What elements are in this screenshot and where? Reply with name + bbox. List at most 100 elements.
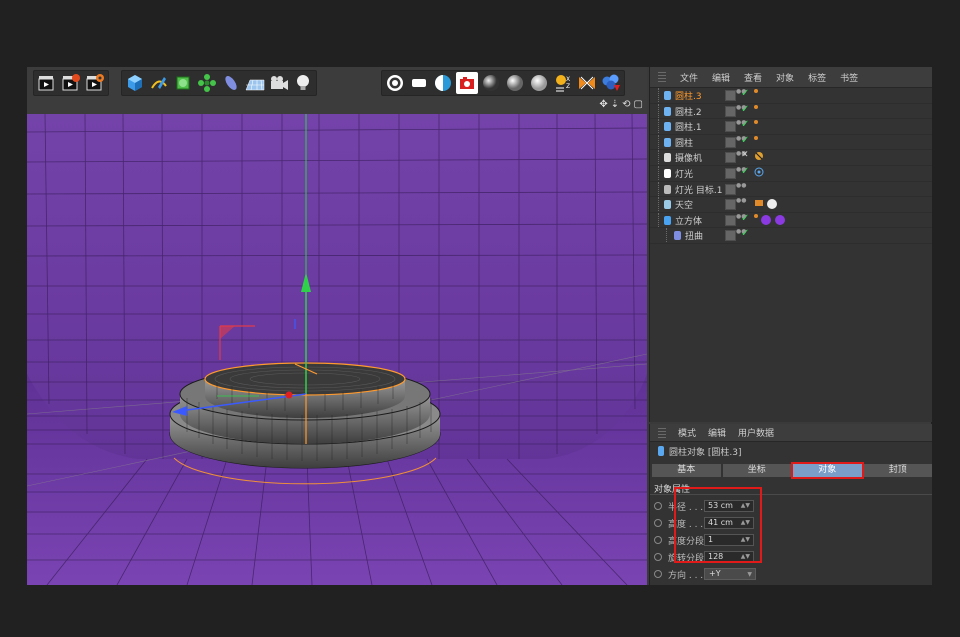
menu-mode[interactable]: 模式 (678, 426, 696, 439)
menu-objects[interactable]: 对象 (776, 71, 794, 84)
cube-icon[interactable] (124, 72, 146, 94)
object-name[interactable]: 立方体 (675, 214, 702, 227)
maximize-view-icon[interactable]: ▢ (634, 99, 643, 110)
disabled-x-icon[interactable]: ✕ (741, 150, 749, 160)
object-name[interactable]: 圆柱.2 (675, 105, 702, 118)
layer-icon[interactable] (725, 230, 736, 242)
tab-basic[interactable]: 基本 (652, 464, 721, 477)
layer-icon[interactable] (725, 90, 736, 101)
object-name[interactable]: 圆柱.3 (675, 89, 702, 102)
floor-object-icon[interactable] (384, 72, 406, 94)
object-row[interactable]: 立方体 ●● ✓ (650, 212, 932, 229)
radius-field[interactable]: 53 cm ▲▼ (704, 500, 754, 512)
move-view-icon[interactable]: ✥ (599, 99, 607, 110)
render-settings-icon[interactable] (84, 72, 106, 94)
enabled-check-icon[interactable]: ✓ (741, 228, 749, 239)
object-name[interactable]: 圆柱.1 (675, 120, 702, 133)
zoom-view-icon[interactable]: ⇣ (611, 99, 619, 110)
visibility-dots-icon[interactable]: ●● (736, 89, 746, 95)
spinner-icon[interactable]: ▲▼ (741, 535, 750, 545)
visibility-dots-icon[interactable]: ●● (736, 135, 746, 141)
object-name[interactable]: 天空 (675, 198, 693, 211)
light-icon[interactable] (292, 72, 314, 94)
height-segments-field[interactable]: 1 ▲▼ (704, 534, 754, 546)
height-field[interactable]: 41 cm ▲▼ (704, 517, 754, 529)
visibility-dots-icon[interactable]: ●● (736, 120, 746, 126)
object-name[interactable]: 圆柱 (675, 136, 693, 149)
visibility-dots-icon[interactable]: ●● (736, 198, 746, 204)
tag-icons[interactable] (754, 104, 758, 109)
object-name[interactable]: 摄像机 (675, 151, 702, 164)
sky-object-icon[interactable] (432, 72, 454, 94)
object-row[interactable]: 圆柱.2 ●● ✓ (650, 103, 932, 120)
visibility-dots-icon[interactable]: ●● (736, 104, 746, 110)
object-row[interactable]: 圆柱 ●● ✓ (650, 134, 932, 151)
tag-icons[interactable] (754, 89, 758, 93)
menu-view[interactable]: 查看 (744, 71, 762, 84)
object-name[interactable]: 扭曲 (685, 229, 703, 242)
spinner-icon[interactable]: ▲▼ (741, 552, 750, 562)
visibility-dots-icon[interactable]: ●● (736, 213, 746, 219)
animate-radio-icon[interactable] (654, 519, 662, 527)
panel-grip-icon[interactable] (658, 427, 666, 438)
menu-user-data[interactable]: 用户数据 (738, 426, 774, 439)
layer-icon[interactable] (725, 121, 736, 133)
layer-icon[interactable] (725, 136, 736, 148)
physical-sky-icon[interactable] (456, 72, 478, 94)
foreground-icon[interactable] (504, 72, 526, 94)
object-row[interactable]: 扭曲 ●● ✓ (650, 228, 932, 244)
tag-icons[interactable] (754, 167, 764, 177)
object-row[interactable]: 天空 ●● (650, 197, 932, 213)
rotation-segments-field[interactable]: 128 ▲▼ (704, 551, 754, 563)
animate-radio-icon[interactable] (654, 570, 662, 578)
spinner-icon[interactable]: ▲▼ (741, 501, 750, 511)
menu-file[interactable]: 文件 (680, 71, 698, 84)
tab-caps[interactable]: 封顶 (863, 464, 932, 477)
animate-radio-icon[interactable] (654, 502, 662, 510)
layer-icon[interactable] (725, 183, 736, 195)
material-icon[interactable] (600, 72, 622, 94)
cloner-icon[interactable] (196, 72, 218, 94)
enabled-check-icon[interactable]: ✓ (741, 119, 749, 130)
layer-icon[interactable] (725, 214, 736, 226)
menu-edit[interactable]: 编辑 (708, 426, 726, 439)
render-view-icon[interactable] (36, 72, 58, 94)
object-row[interactable]: 灯光 ●● ✓ (650, 165, 932, 182)
layer-icon[interactable] (725, 167, 736, 179)
animate-radio-icon[interactable] (654, 553, 662, 561)
menu-tags[interactable]: 标签 (808, 71, 826, 84)
visibility-dots-icon[interactable]: ●● (736, 182, 746, 188)
deformer-icon[interactable] (220, 72, 242, 94)
tag-icons[interactable] (754, 120, 758, 125)
layer-icon[interactable] (725, 199, 736, 211)
camera-icon[interactable] (268, 72, 290, 94)
environment-icon[interactable] (480, 72, 502, 94)
pen-spline-icon[interactable] (148, 72, 170, 94)
enabled-check-icon[interactable]: ✓ (741, 166, 749, 177)
tag-icons[interactable] (754, 198, 778, 210)
enabled-check-icon[interactable]: ✓ (741, 135, 749, 146)
visibility-dots-icon[interactable]: ●● (736, 151, 746, 157)
tag-icons[interactable] (754, 213, 786, 226)
enabled-check-icon[interactable]: ✓ (741, 213, 749, 224)
layer-icon[interactable] (725, 105, 736, 117)
sun-icon[interactable]: XZ (552, 72, 574, 94)
rotate-view-icon[interactable]: ⟲ (622, 99, 630, 110)
tag-icons[interactable] (754, 135, 758, 140)
object-row[interactable]: 灯光 目标.1 ●● (650, 181, 932, 198)
panel-grip-icon[interactable] (658, 72, 666, 82)
orientation-select[interactable]: +Y ▼ (704, 568, 756, 580)
visibility-dots-icon[interactable]: ●● (736, 229, 746, 235)
tab-coordinates[interactable]: 坐标 (722, 464, 791, 477)
tag-icons[interactable] (754, 151, 764, 161)
enabled-check-icon[interactable]: ✓ (741, 104, 749, 115)
menu-bookmarks[interactable]: 书签 (840, 71, 858, 84)
floor-icon[interactable] (244, 72, 266, 94)
layer-icon[interactable] (725, 152, 736, 164)
enabled-check-icon[interactable]: ✓ (741, 88, 749, 99)
spinner-icon[interactable]: ▲▼ (741, 518, 750, 528)
object-row[interactable]: 摄像机 ●● ✕ (650, 150, 932, 166)
stage-icon[interactable] (528, 72, 550, 94)
object-name[interactable]: 灯光 (675, 167, 693, 180)
animate-radio-icon[interactable] (654, 536, 662, 544)
